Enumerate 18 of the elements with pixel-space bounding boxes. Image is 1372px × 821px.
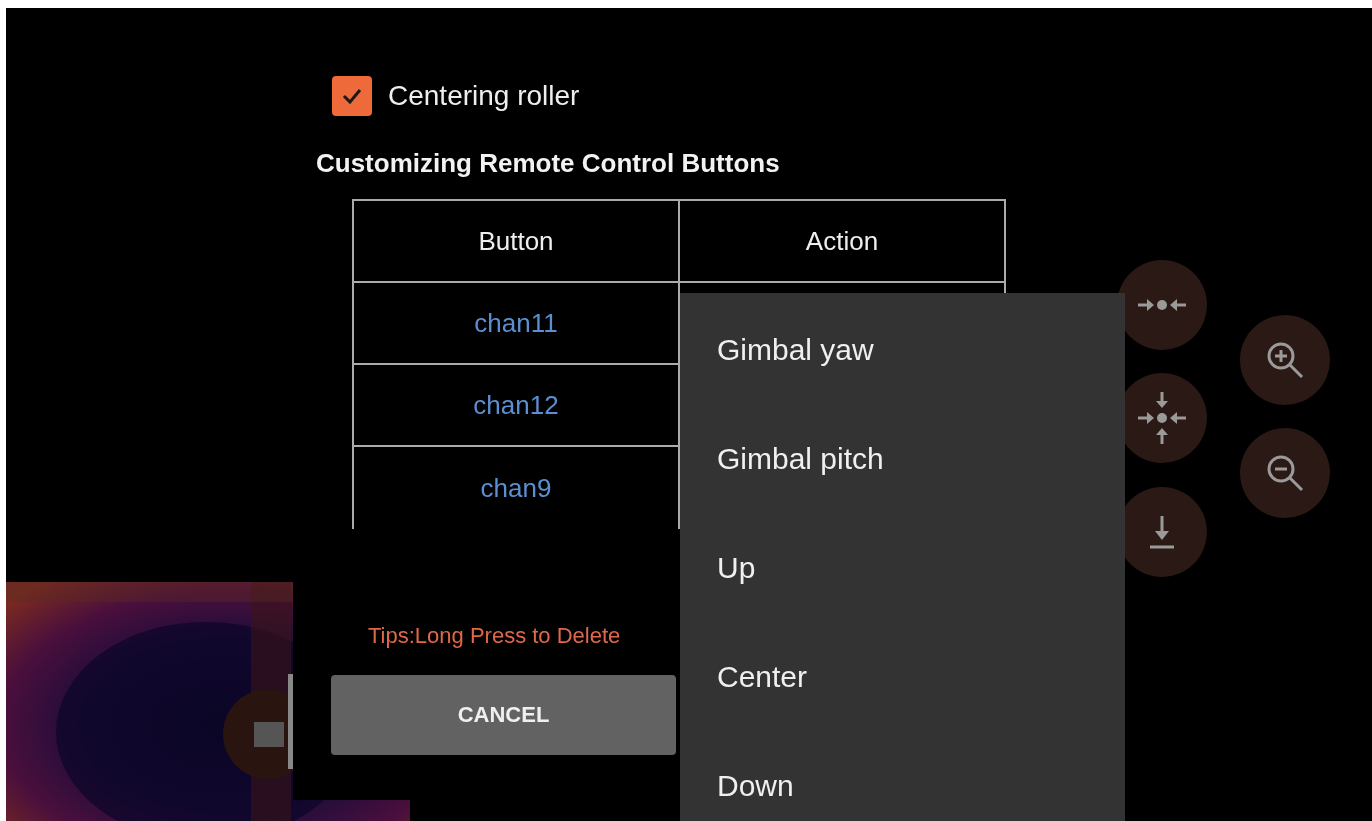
- checkbox[interactable]: [332, 76, 372, 116]
- menu-item[interactable]: Down: [680, 731, 1125, 821]
- menu-item[interactable]: Gimbal yaw: [680, 295, 1125, 404]
- menu-item[interactable]: Up: [680, 513, 1125, 622]
- table-cell[interactable]: chan9: [352, 447, 678, 529]
- table-cell[interactable]: chan11: [352, 283, 678, 363]
- menu-item[interactable]: Gimbal pitch: [680, 404, 1125, 513]
- cancel-button[interactable]: CANCEL: [331, 675, 676, 755]
- section-title: Customizing Remote Control Buttons: [316, 148, 781, 179]
- menu-item[interactable]: Center: [680, 622, 1125, 731]
- zoom-out-icon: [1265, 453, 1305, 493]
- column-header: Action: [678, 201, 1006, 281]
- download-icon: [1147, 514, 1177, 550]
- column-header: Button: [352, 201, 678, 281]
- tip-text: Tips:Long Press to Delete: [368, 623, 622, 649]
- table-cell[interactable]: chan12: [352, 365, 678, 445]
- checkbox-label: Centering roller: [388, 80, 580, 112]
- zoom-in-icon: [1265, 340, 1305, 380]
